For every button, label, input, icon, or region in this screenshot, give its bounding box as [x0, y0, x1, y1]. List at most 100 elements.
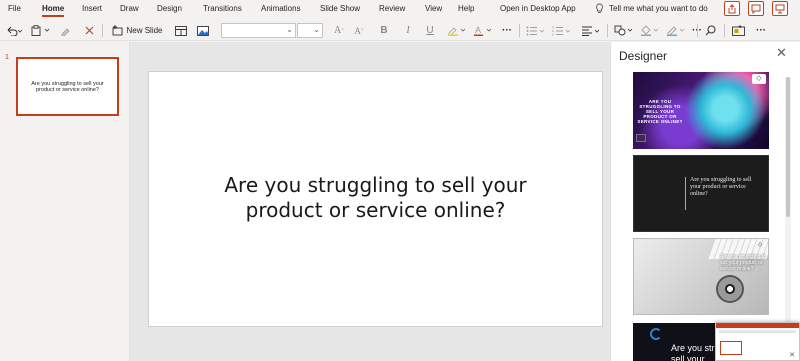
font-color-button[interactable]: A: [472, 23, 494, 38]
underline-icon[interactable]: U: [424, 23, 436, 38]
shape-outline-button[interactable]: [665, 23, 687, 38]
designer-icon: [731, 25, 745, 36]
paste-button[interactable]: [30, 23, 52, 38]
close-icon[interactable]: ✕: [776, 45, 787, 61]
tell-me-search[interactable]: Tell me what you want to do: [595, 2, 708, 15]
brush-icon: [61, 28, 70, 36]
more-icon[interactable]: ···: [500, 23, 514, 38]
slide-thumbnail-pane: 1 Are you struggling to sell your produc…: [0, 42, 130, 361]
slide-number: 1: [5, 54, 9, 61]
numbered-list-icon: [552, 26, 571, 35]
menu-design[interactable]: Design: [157, 4, 182, 13]
toolbar-separator: [607, 24, 608, 37]
align-left-icon: [582, 26, 600, 36]
toolbar-separator: [724, 24, 725, 37]
slide-thumbnail[interactable]: Are you struggling to sell your product …: [16, 57, 119, 116]
preview-slide: [720, 341, 742, 355]
close-icon[interactable]: ✕: [789, 351, 795, 359]
picture-badge-icon: [636, 134, 646, 142]
numbering-button[interactable]: [551, 23, 573, 38]
comment-icon: [751, 4, 761, 14]
design-option-dark[interactable]: Are you struggling to sell your product …: [633, 155, 769, 232]
pen-icon: [667, 26, 685, 36]
more-icon[interactable]: ···: [754, 23, 768, 38]
open-in-desktop-app[interactable]: Open in Desktop App: [500, 4, 576, 13]
chevron-down-icon: ⌄: [286, 25, 293, 34]
accent-line: [685, 177, 686, 210]
present-button[interactable]: [772, 1, 788, 16]
design-option-text: ARE YOU STRUGGLING TO SELL YOUR PRODUCT …: [637, 99, 683, 124]
shapes-icon: [614, 25, 633, 36]
bullets-button[interactable]: [525, 23, 547, 38]
tell-me-label: Tell me what you want to do: [609, 4, 708, 13]
undo-icon: [7, 26, 22, 36]
delete-button[interactable]: [82, 23, 96, 38]
menu-draw[interactable]: Draw: [120, 4, 139, 13]
menu-bar: File Home Insert Draw Design Transitions…: [0, 0, 800, 17]
menu-transitions[interactable]: Transitions: [203, 4, 242, 13]
layout-icon: [175, 25, 187, 36]
bold-icon[interactable]: B: [378, 23, 390, 38]
clipboard-icon: [31, 25, 50, 36]
font-color-icon: A: [474, 25, 492, 36]
picture-button[interactable]: [195, 23, 211, 38]
comments-button[interactable]: [748, 1, 764, 16]
undo-button[interactable]: [4, 23, 24, 38]
new-slide-label: New Slide: [126, 26, 163, 35]
toolbar-separator: [519, 24, 520, 37]
svg-text:A: A: [475, 25, 481, 35]
shapes-button[interactable]: [613, 23, 635, 38]
design-option-colorful[interactable]: ARE YOU STRUGGLING TO SELL YOUR PRODUCT …: [633, 72, 769, 149]
designer-button[interactable]: [729, 23, 747, 38]
menu-help[interactable]: Help: [458, 4, 474, 13]
find-button[interactable]: [702, 23, 718, 38]
designer-title: Designer: [619, 49, 668, 63]
menu-animations[interactable]: Animations: [261, 4, 301, 13]
headphones-image: [716, 275, 744, 303]
search-icon: [705, 25, 715, 36]
slide-title-textbox[interactable]: Are you struggling to sell your product …: [189, 173, 562, 223]
toolbar-separator: [102, 24, 103, 37]
share-icon: [728, 3, 736, 13]
ribbon-toolbar: New Slide ⌄ ⌄ A ˄ A ˅ B I U A ··· ···: [0, 20, 800, 41]
chevron-down-icon: ⌄: [313, 25, 320, 34]
window-preview-popup[interactable]: ✕: [715, 322, 800, 361]
layout-button[interactable]: [173, 23, 189, 38]
menu-slide-show[interactable]: Slide Show: [320, 4, 360, 13]
designer-scrollbar[interactable]: [785, 77, 791, 361]
menu-review[interactable]: Review: [379, 4, 405, 13]
close-icon: [85, 26, 93, 35]
menu-home[interactable]: Home: [42, 4, 65, 17]
highlight-button[interactable]: [446, 23, 468, 38]
menu-insert[interactable]: Insert: [82, 4, 102, 13]
designer-pane: Designer ✕ ARE YOU STRUGGLING TO SELL YO…: [610, 42, 800, 361]
align-button[interactable]: [580, 23, 602, 38]
scrollbar-thumb[interactable]: [786, 77, 790, 217]
font-name-dropdown[interactable]: ⌄: [221, 23, 296, 38]
lightbulb-icon: [596, 3, 603, 13]
menu-view[interactable]: View: [425, 4, 442, 13]
premium-diamond-icon: ◇: [757, 242, 763, 248]
design-option-text: Are you struggling to sell your product …: [690, 177, 752, 197]
new-slide-button[interactable]: New Slide: [108, 23, 166, 38]
slide[interactable]: Are you struggling to sell your product …: [148, 71, 603, 327]
format-painter-button[interactable]: [58, 23, 72, 38]
slide-thumbnail-text: Are you struggling to sell your product …: [31, 80, 104, 93]
highlighter-icon: [448, 27, 466, 36]
preview-toolbar: [719, 330, 796, 333]
font-size-dropdown[interactable]: ⌄: [297, 23, 323, 38]
premium-diamond-icon: ◇: [752, 74, 766, 84]
menu-file[interactable]: File: [8, 4, 21, 13]
share-button[interactable]: [724, 1, 740, 16]
italic-icon[interactable]: I: [402, 23, 414, 38]
grow-font-icon[interactable]: A ˄: [332, 23, 346, 38]
design-option-text: Are you struggling to sell your product …: [720, 254, 766, 272]
new-slide-icon: [113, 25, 123, 36]
design-option-gray-desk[interactable]: Are you struggling to sell your product …: [633, 238, 769, 315]
shrink-font-icon[interactable]: A ˅: [352, 23, 366, 38]
toolbar-separator: [697, 24, 698, 37]
preview-title-bar: [716, 323, 799, 328]
slide-editor-canvas: Are you struggling to sell your product …: [130, 42, 610, 361]
shape-fill-button[interactable]: [639, 23, 661, 38]
present-icon: [775, 4, 785, 13]
